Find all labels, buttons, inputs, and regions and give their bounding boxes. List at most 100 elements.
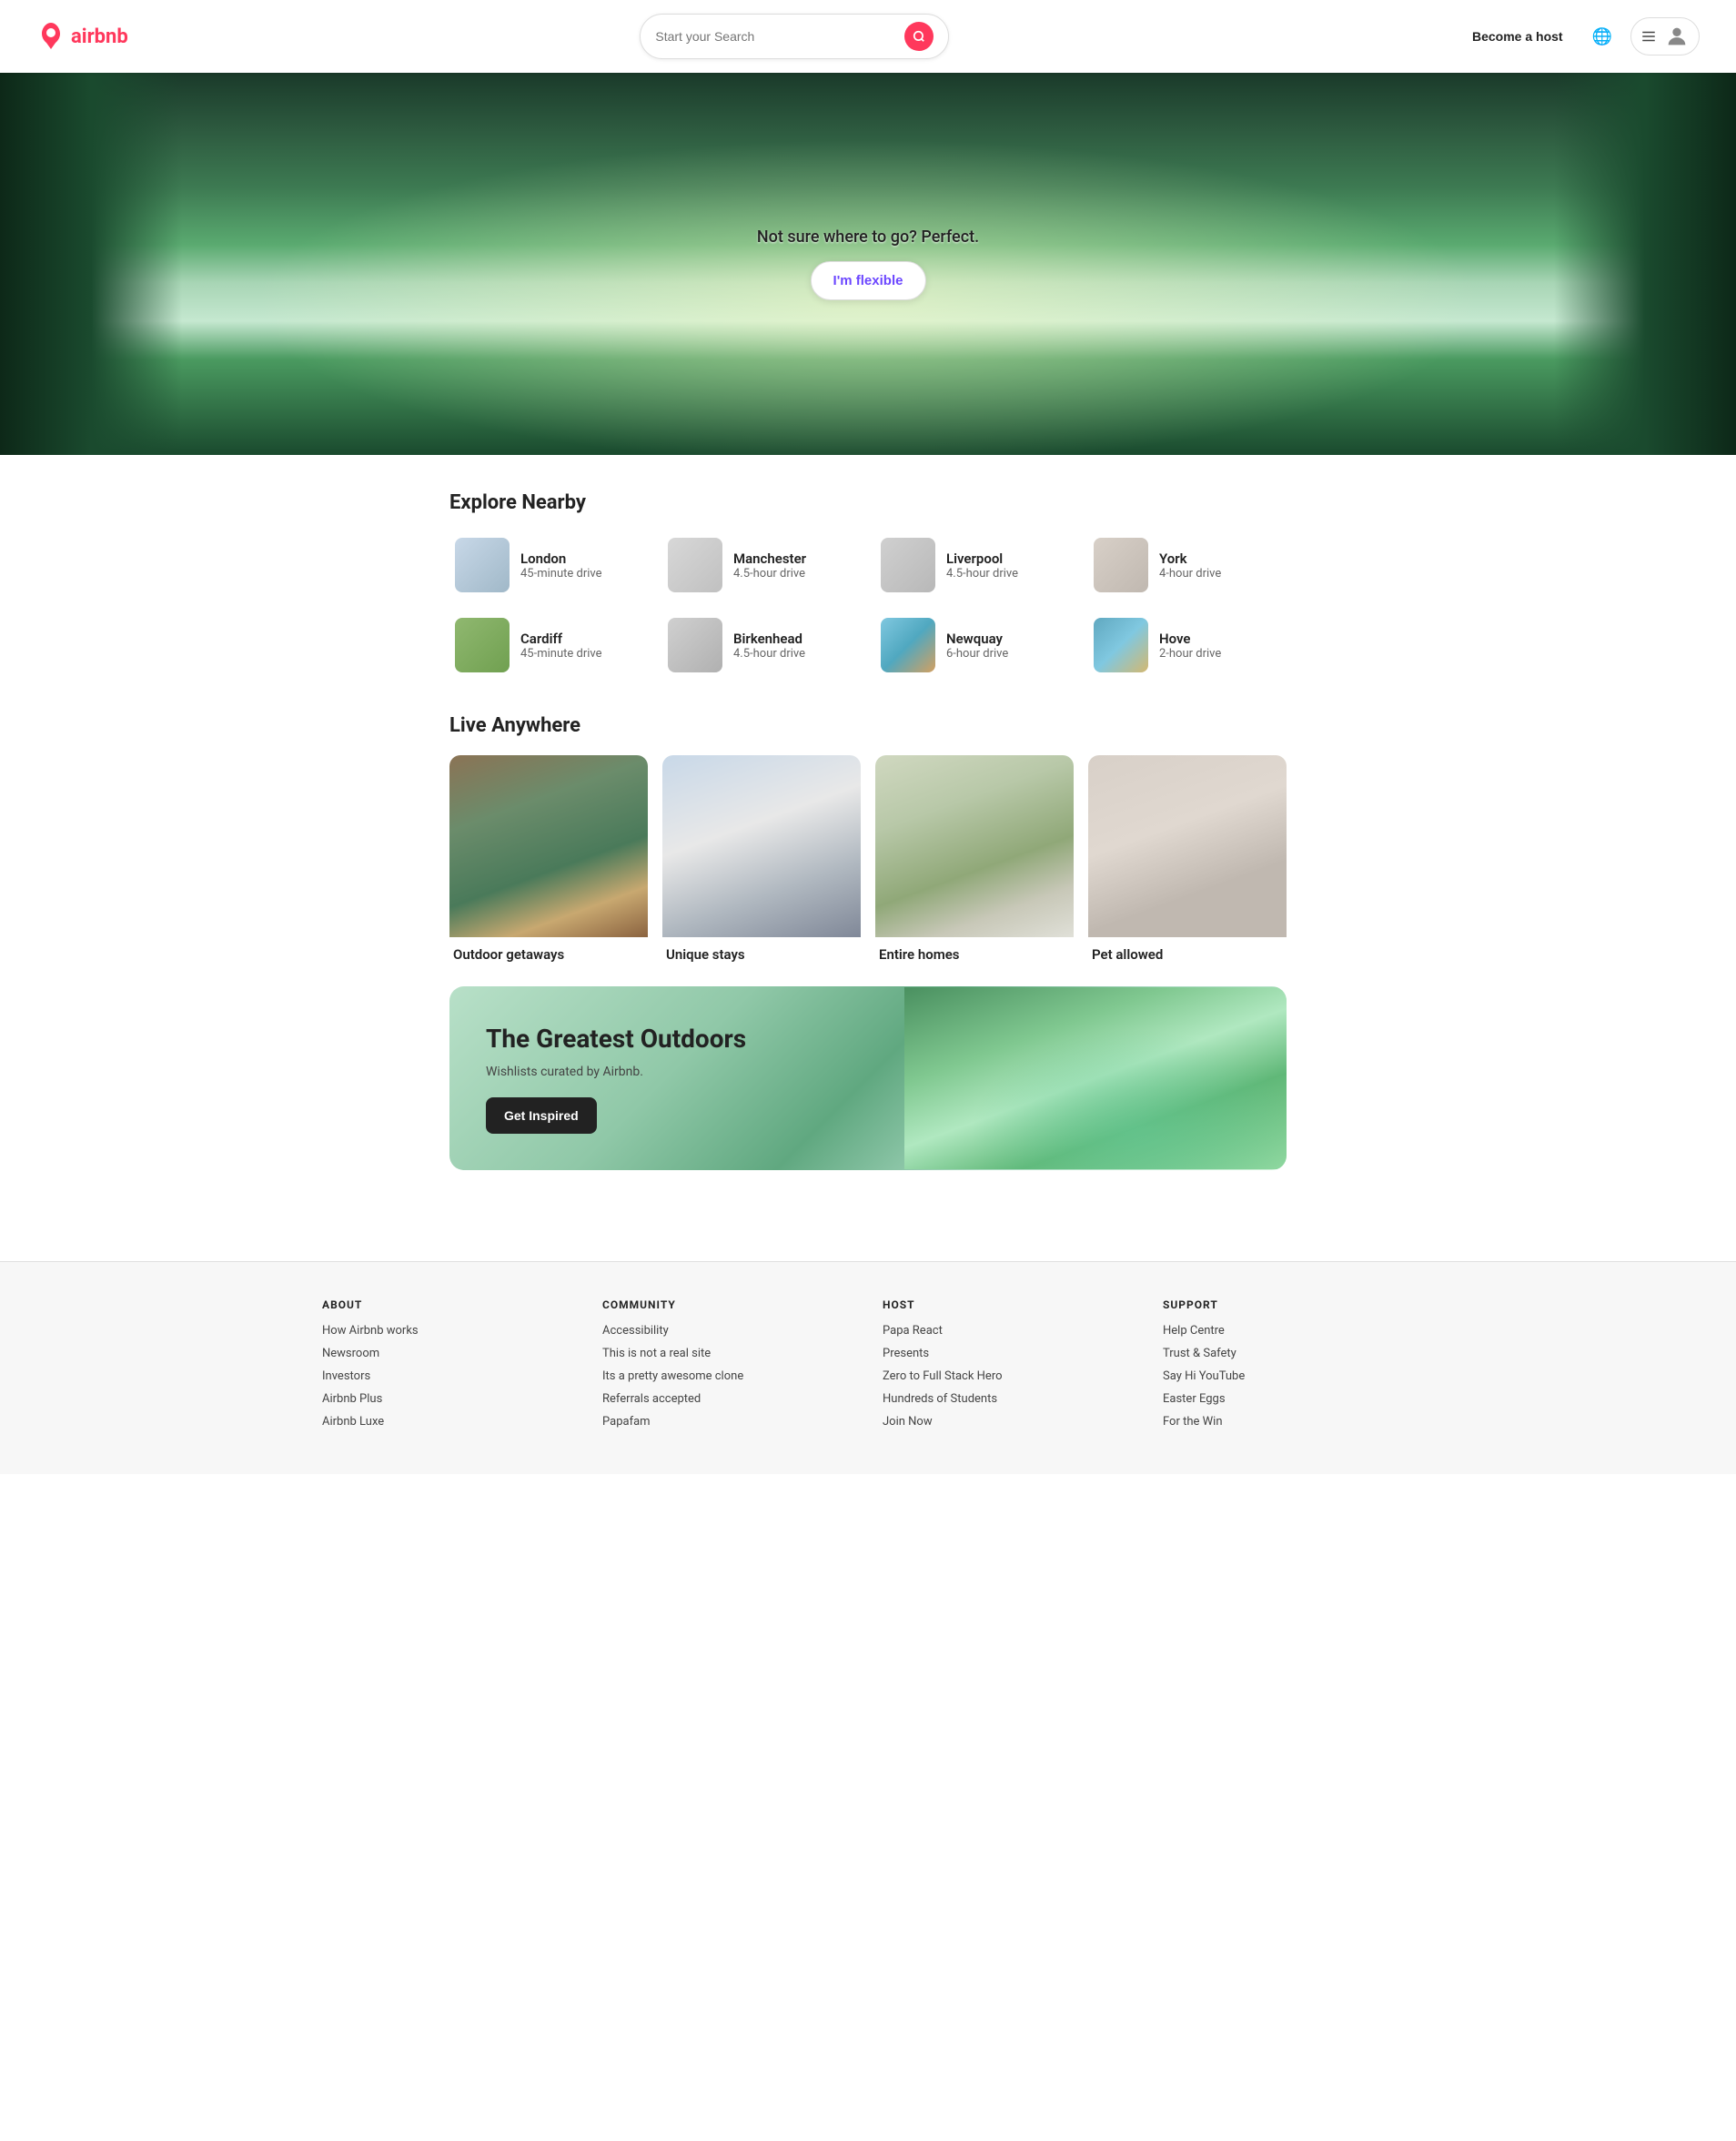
footer-host-col: HOST Papa React Presents Zero to Full Stac… — [883, 1298, 1134, 1438]
nearby-info: Cardiff 45-minute drive — [520, 631, 602, 661]
footer-link[interactable]: Presents — [883, 1347, 1134, 1360]
explore-title: Explore Nearby — [449, 491, 1287, 514]
live-anywhere-section: Live Anywhere Outdoor getaways Unique st… — [449, 714, 1287, 972]
nearby-thumb — [668, 618, 722, 672]
live-card[interactable]: Outdoor getaways — [449, 755, 648, 972]
live-card[interactable]: Entire homes — [875, 755, 1074, 972]
outdoors-banner: The Greatest Outdoors Wishlists curated … — [449, 986, 1287, 1170]
live-card[interactable]: Pet allowed — [1088, 755, 1287, 972]
nearby-info: London 45-minute drive — [520, 550, 602, 581]
outdoors-scene — [904, 987, 1287, 1169]
tree-left-decoration — [0, 73, 182, 455]
outdoors-title: The Greatest Outdoors — [486, 1023, 868, 1055]
nearby-drive: 6-hour drive — [946, 647, 1008, 661]
nearby-name: Newquay — [946, 631, 1008, 647]
footer-link[interactable]: Accessibility — [602, 1324, 853, 1338]
search-input[interactable] — [655, 29, 895, 44]
nearby-info: Birkenhead 4.5-hour drive — [733, 631, 805, 661]
nearby-item[interactable]: Liverpool 4.5-hour drive — [875, 532, 1074, 598]
flexible-button[interactable]: I'm flexible — [811, 261, 926, 300]
live-card-label: Unique stays — [662, 937, 861, 972]
nearby-item[interactable]: Cardiff 45-minute drive — [449, 612, 648, 678]
nearby-item[interactable]: Hove 2-hour drive — [1088, 612, 1287, 678]
footer-link[interactable]: Papa React — [883, 1324, 1134, 1338]
nearby-item[interactable]: Manchester 4.5-hour drive — [662, 532, 861, 598]
live-card-image — [662, 755, 861, 937]
live-anywhere-title: Live Anywhere — [449, 714, 1287, 737]
nearby-name: York — [1159, 550, 1221, 567]
nearby-info: Hove 2-hour drive — [1159, 631, 1221, 661]
logo-text: airbnb — [71, 25, 128, 48]
nearby-name: Hove — [1159, 631, 1221, 647]
nearby-drive: 4-hour drive — [1159, 567, 1221, 581]
main-content: Explore Nearby London 45-minute drive Ma… — [431, 455, 1305, 1261]
nearby-drive: 45-minute drive — [520, 647, 602, 661]
footer-link[interactable]: Trust & Safety — [1163, 1347, 1414, 1360]
footer-community-title: COMMUNITY — [602, 1298, 853, 1311]
live-card-image — [1088, 755, 1287, 937]
user-menu-button[interactable] — [1630, 17, 1700, 56]
nearby-drive: 45-minute drive — [520, 567, 602, 581]
user-icon — [1664, 24, 1690, 49]
hero-tagline: Not sure where to go? Perfect. — [757, 227, 979, 247]
footer-about-title: ABOUT — [322, 1298, 573, 1311]
live-card-label: Entire homes — [875, 937, 1074, 972]
footer-about-col: ABOUT How Airbnb works Newsroom Investors A… — [322, 1298, 573, 1438]
nearby-name: Manchester — [733, 550, 806, 567]
nearby-item[interactable]: Newquay 6-hour drive — [875, 612, 1074, 678]
nearby-item[interactable]: York 4-hour drive — [1088, 532, 1287, 598]
become-host-button[interactable]: Become a host — [1461, 22, 1574, 51]
airbnb-logo-icon — [36, 22, 66, 51]
footer-link[interactable]: Its a pretty awesome clone — [602, 1369, 853, 1383]
outdoors-text-block: The Greatest Outdoors Wishlists curated … — [449, 986, 904, 1170]
nearby-drive: 4.5-hour drive — [733, 647, 805, 661]
footer-link[interactable]: Join Now — [883, 1415, 1134, 1429]
logo[interactable]: airbnb — [36, 22, 128, 51]
live-card-image — [449, 755, 648, 937]
nearby-thumb — [455, 538, 510, 592]
live-card[interactable]: Unique stays — [662, 755, 861, 972]
footer-link[interactable]: Investors — [322, 1369, 573, 1383]
footer-link[interactable]: Easter Eggs — [1163, 1392, 1414, 1406]
search-icon — [913, 30, 925, 43]
hero-section: Not sure where to go? Perfect. I'm flexi… — [0, 73, 1736, 455]
live-card-label: Outdoor getaways — [449, 937, 648, 972]
footer-link[interactable]: Papafam — [602, 1415, 853, 1429]
footer-link[interactable]: How Airbnb works — [322, 1324, 573, 1338]
footer-community-col: COMMUNITY Accessibility This is not a rea… — [602, 1298, 853, 1438]
footer-community-links: Accessibility This is not a real site Its … — [602, 1324, 853, 1429]
footer-link[interactable]: Referrals accepted — [602, 1392, 853, 1406]
footer-support-links: Help Centre Trust & Safety Say Hi YouTube E… — [1163, 1324, 1414, 1429]
nearby-name: Liverpool — [946, 550, 1018, 567]
nearby-info: Newquay 6-hour drive — [946, 631, 1008, 661]
nearby-item[interactable]: Birkenhead 4.5-hour drive — [662, 612, 861, 678]
search-bar[interactable] — [640, 14, 949, 59]
search-button[interactable] — [904, 22, 934, 51]
nearby-name: Cardiff — [520, 631, 602, 647]
nearby-item[interactable]: London 45-minute drive — [449, 532, 648, 598]
footer-link[interactable]: Airbnb Luxe — [322, 1415, 573, 1429]
footer-link[interactable]: Airbnb Plus — [322, 1392, 573, 1406]
explore-nearby-section: Explore Nearby London 45-minute drive Ma… — [449, 491, 1287, 678]
nearby-info: Manchester 4.5-hour drive — [733, 550, 806, 581]
nearby-drive: 2-hour drive — [1159, 647, 1221, 661]
footer-link[interactable]: Zero to Full Stack Hero — [883, 1369, 1134, 1383]
footer-link[interactable]: Say Hi YouTube — [1163, 1369, 1414, 1383]
nearby-thumb — [668, 538, 722, 592]
nearby-name: Birkenhead — [733, 631, 805, 647]
footer-link[interactable]: For the Win — [1163, 1415, 1414, 1429]
live-card-label: Pet allowed — [1088, 937, 1287, 972]
footer-link[interactable]: This is not a real site — [602, 1347, 853, 1360]
navbar: airbnb Become a host 🌐 — [0, 0, 1736, 73]
globe-button[interactable]: 🌐 — [1589, 24, 1616, 50]
menu-icon — [1640, 28, 1657, 45]
footer-link[interactable]: Newsroom — [322, 1347, 573, 1360]
get-inspired-button[interactable]: Get Inspired — [486, 1097, 597, 1134]
footer-host-title: HOST — [883, 1298, 1134, 1311]
footer-link[interactable]: Help Centre — [1163, 1324, 1414, 1338]
outdoors-illustration — [904, 987, 1287, 1169]
footer-support-col: SUPPORT Help CentreTrust & SafetySay Hi … — [1163, 1298, 1414, 1438]
footer-link[interactable]: Hundreds of Students — [883, 1392, 1134, 1406]
nearby-grid: London 45-minute drive Manchester 4.5-ho… — [449, 532, 1287, 678]
nearby-info: York 4-hour drive — [1159, 550, 1221, 581]
